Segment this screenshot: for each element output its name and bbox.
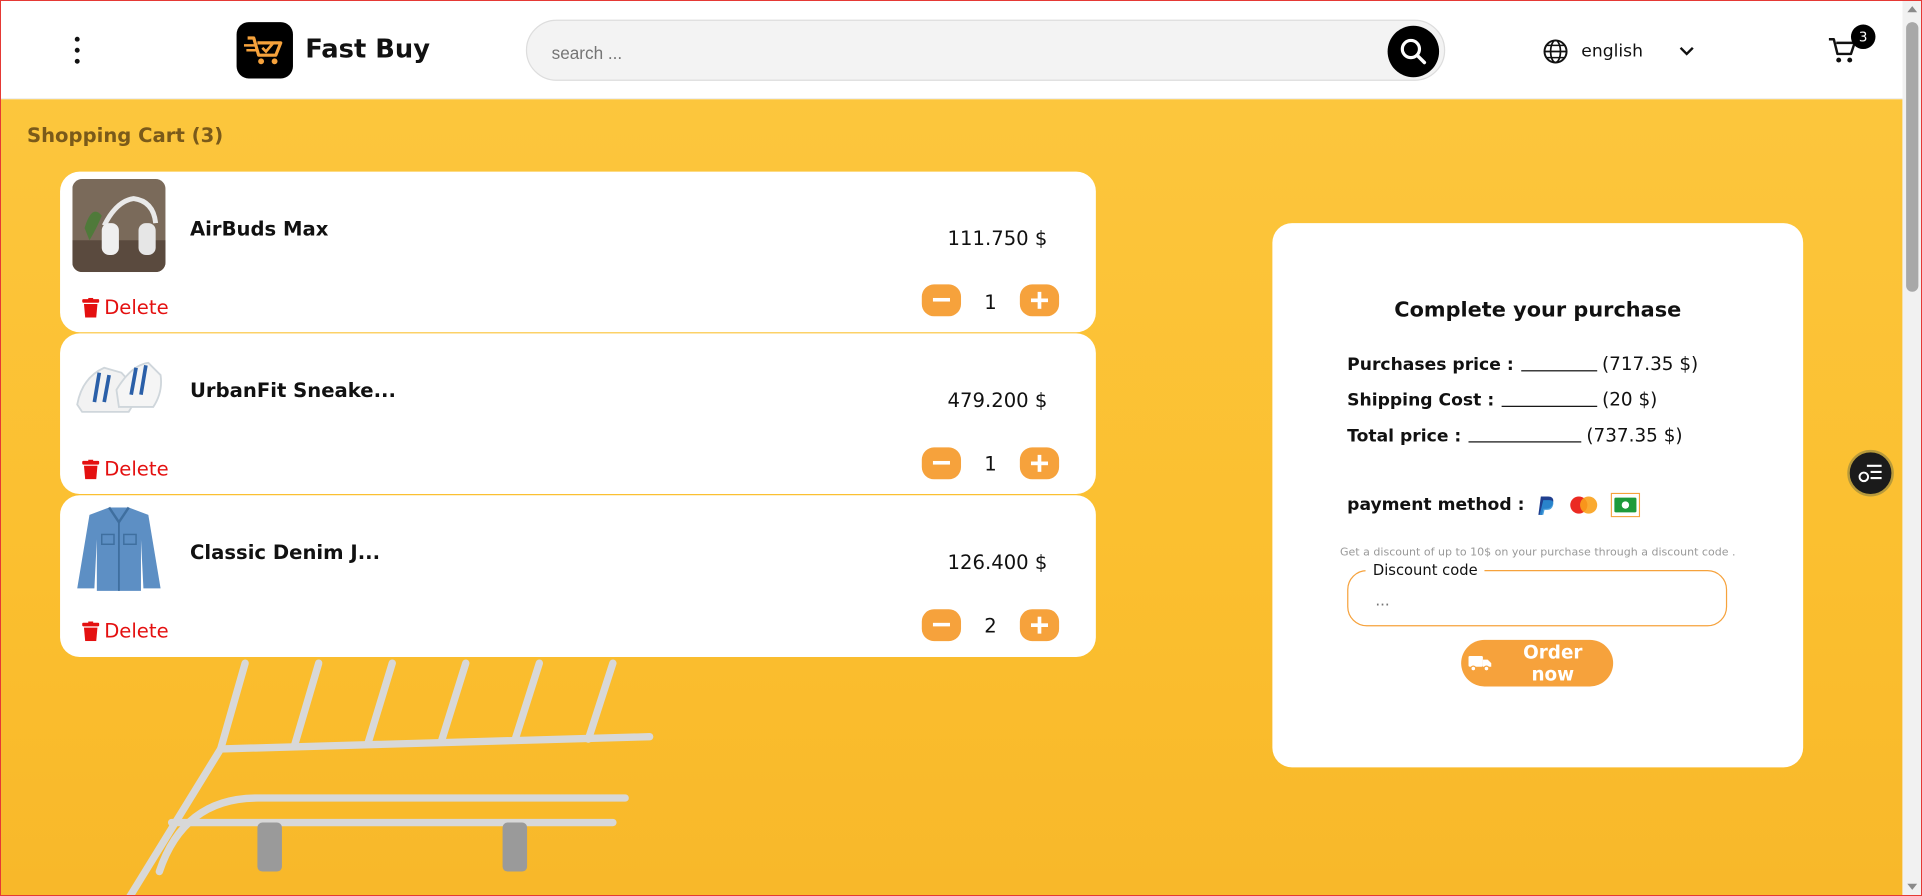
- cash-icon[interactable]: [1610, 492, 1640, 518]
- cart-item: Classic Denim J... 126.400 $ Delete 2: [60, 495, 1096, 658]
- search-button[interactable]: [1387, 25, 1440, 78]
- shipping-cost-label: Shipping Cost :: [1347, 391, 1495, 411]
- delete-label: Delete: [104, 619, 169, 643]
- discount-code-field: Discount code: [1347, 561, 1728, 627]
- trash-icon: [82, 297, 100, 317]
- minus-icon: [932, 297, 950, 302]
- order-now-label: Order now: [1523, 641, 1583, 686]
- scroll-down-arrow[interactable]: [1907, 883, 1918, 890]
- minus-icon: [932, 460, 950, 465]
- decrease-quantity-button[interactable]: [921, 609, 962, 642]
- decrease-quantity-button[interactable]: [921, 447, 962, 480]
- payment-method-label: payment method :: [1347, 495, 1525, 515]
- quantity-value: 2: [984, 614, 997, 638]
- delete-label: Delete: [104, 457, 169, 481]
- page-scrollbar[interactable]: [1902, 0, 1922, 896]
- list-settings-icon: [1858, 464, 1882, 483]
- shopping-cart-illustration: [125, 659, 654, 896]
- trash-icon: [82, 459, 100, 479]
- truck-icon: [1468, 655, 1492, 672]
- product-name: Classic Denim J...: [189, 540, 381, 564]
- shipping-cost-row: Shipping Cost : (20 $): [1347, 389, 1657, 411]
- language-selector[interactable]: english: [1542, 37, 1694, 66]
- mastercard-icon[interactable]: [1569, 495, 1598, 515]
- search-input[interactable]: [549, 35, 1351, 70]
- language-label: english: [1581, 41, 1643, 62]
- main-content: Shopping Cart (3) AirBuds Max 111.750 $: [0, 99, 1903, 896]
- plus-icon: [1030, 454, 1049, 472]
- product-price: 111.750 $: [947, 226, 1048, 251]
- quantity-value: 1: [984, 452, 997, 476]
- product-image[interactable]: [72, 340, 166, 434]
- shopping-cart-logo-icon: [243, 36, 283, 65]
- globe-icon: [1543, 39, 1568, 64]
- purchases-price-value: (717.35 $): [1601, 353, 1699, 376]
- total-price-row: Total price : (737.35 $): [1347, 424, 1682, 446]
- trash-icon: [82, 620, 100, 641]
- product-price: 126.400 $: [947, 550, 1048, 574]
- paypal-icon[interactable]: [1534, 494, 1556, 516]
- total-price-label: Total price :: [1347, 426, 1462, 447]
- decrease-quantity-button[interactable]: [921, 284, 962, 317]
- delete-button[interactable]: Delete: [82, 295, 169, 319]
- product-image[interactable]: [72, 178, 166, 273]
- order-now-button[interactable]: Order now: [1461, 639, 1614, 687]
- search-bar: [525, 19, 1446, 81]
- product-name: AirBuds Max: [189, 216, 329, 241]
- delete-button[interactable]: Delete: [82, 619, 169, 642]
- purchases-price-label: Purchases price :: [1347, 355, 1514, 376]
- increase-quantity-button[interactable]: [1019, 447, 1060, 480]
- cart-item: UrbanFit Sneake... 479.200 $ Delete 1: [60, 333, 1096, 494]
- search-icon: [1400, 38, 1427, 65]
- top-header: Fast Buy english: [0, 0, 1903, 100]
- cart-count-badge: 3: [1850, 24, 1876, 50]
- chevron-down-icon: [1679, 46, 1694, 56]
- purchases-price-row: Purchases price : (717.35 $): [1347, 353, 1698, 375]
- total-price-value: (737.35 $): [1586, 424, 1683, 447]
- increase-quantity-button[interactable]: [1019, 284, 1060, 317]
- brand-name: Fast Buy: [305, 34, 430, 64]
- plus-icon: [1030, 616, 1049, 634]
- discount-code-input[interactable]: [1372, 585, 1697, 613]
- product-image[interactable]: [72, 502, 166, 596]
- cart-item: AirBuds Max 111.750 $ Delete 1: [60, 171, 1096, 333]
- payment-method: payment method :: [1347, 492, 1640, 518]
- increase-quantity-button[interactable]: [1019, 609, 1060, 642]
- minus-icon: [932, 622, 950, 627]
- summary-title: Complete your purchase: [1394, 297, 1682, 323]
- discount-code-label: Discount code: [1365, 561, 1485, 579]
- product-price: 479.200 $: [947, 388, 1048, 412]
- brand-logo[interactable]: [236, 22, 293, 79]
- plus-icon: [1030, 291, 1049, 309]
- delete-button[interactable]: Delete: [82, 457, 169, 481]
- scroll-thumb[interactable]: [1906, 22, 1919, 292]
- floating-menu-button[interactable]: [1847, 449, 1894, 497]
- more-menu-icon[interactable]: [67, 36, 87, 64]
- cart-button[interactable]: 3: [1826, 24, 1876, 66]
- scroll-up-arrow[interactable]: [1907, 6, 1918, 13]
- delete-label: Delete: [104, 295, 169, 319]
- quantity-value: 1: [984, 290, 997, 314]
- page-title: Shopping Cart (3): [26, 123, 224, 148]
- purchase-summary-card: Complete your purchase Purchases price :…: [1272, 223, 1804, 768]
- discount-hint: Get a discount of up to 10$ on your purc…: [1339, 546, 1736, 559]
- shipping-cost-value: (20 $): [1602, 388, 1658, 411]
- product-name: UrbanFit Sneake...: [189, 378, 396, 403]
